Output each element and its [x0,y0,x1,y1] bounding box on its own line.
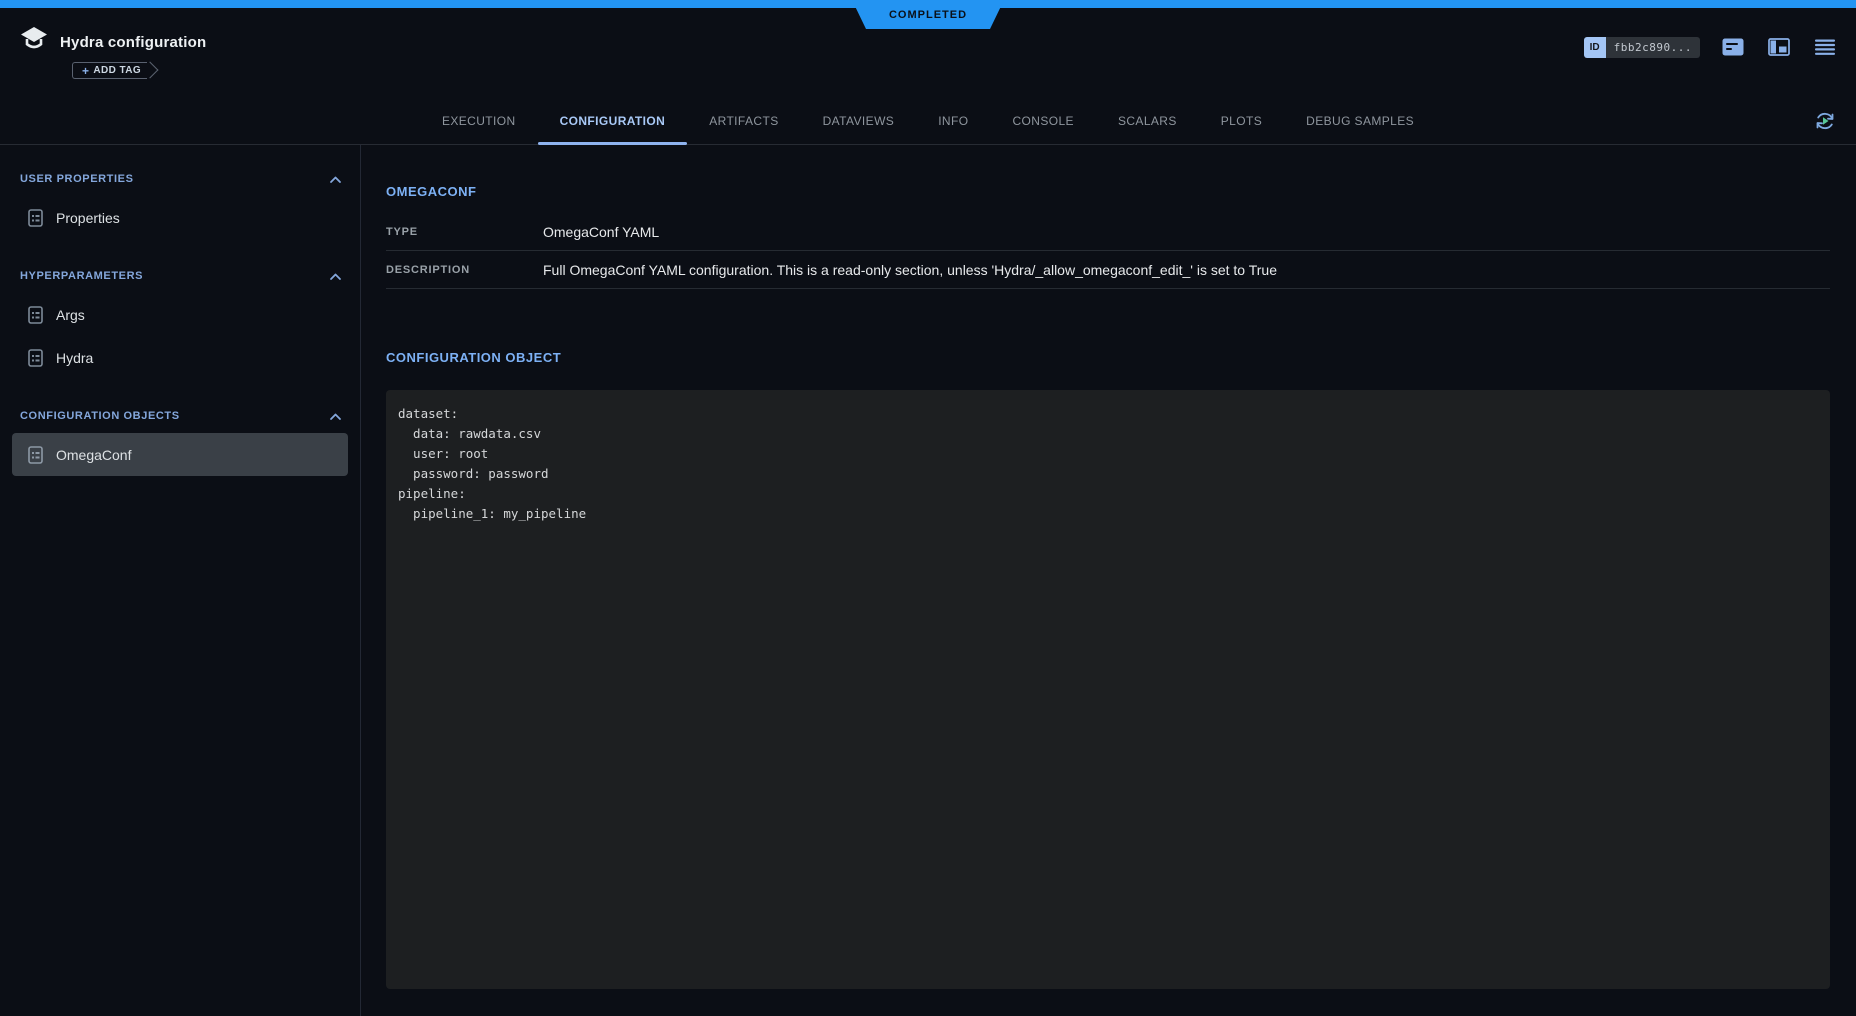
sidebar-section-configuration-objects: CONFIGURATION OBJECTS OmegaConf [0,403,360,476]
tab-debug-samples[interactable]: DEBUG SAMPLES [1284,97,1436,145]
main-panel: OMEGACONF TYPE OmegaConf YAML DESCRIPTIO… [361,145,1856,1016]
sidebar-item-omegaconf[interactable]: OmegaConf [12,433,348,476]
autorefresh-button[interactable] [1810,106,1840,136]
content-area: USER PROPERTIES Properties [0,145,1856,1016]
chevron-up-icon [329,175,342,184]
sidebar-item-hydra[interactable]: Hydra [12,336,348,379]
tab-artifacts[interactable]: ARTIFACTS [687,97,800,145]
yaml-code: dataset: data: rawdata.csv user: root pa… [386,390,1830,538]
add-tag-button[interactable]: + ADD TAG [72,62,147,79]
details-icon [1722,38,1744,56]
sidebar-item-label: OmegaConf [56,447,131,463]
document-icon [28,446,43,464]
experiment-title: Hydra configuration [60,34,206,51]
tab-info[interactable]: INFO [916,97,990,145]
section-title: CONFIGURATION OBJECTS [20,410,180,422]
id-value: fbb2c890... [1606,37,1700,58]
detail-value: Full OmegaConf YAML configuration. This … [543,262,1277,278]
layout-panel-button[interactable] [1766,34,1792,60]
status-badge: COMPLETED [852,0,1004,29]
experiment-id-badge[interactable]: ID fbb2c890... [1584,37,1700,58]
layout-panel-icon [1768,38,1790,56]
sidebar-section-header-user-properties[interactable]: USER PROPERTIES [0,166,360,192]
detail-row-type: TYPE OmegaConf YAML [386,213,1830,251]
sidebar-item-label: Hydra [56,350,93,366]
chevron-up-icon [329,412,342,421]
sidebar-item-label: Properties [56,210,120,226]
sidebar-section-header-hyperparameters[interactable]: HYPERPARAMETERS [0,263,360,289]
detail-label: DESCRIPTION [386,264,543,276]
details-panel-button[interactable] [1720,34,1746,60]
configuration-object-heading: CONFIGURATION OBJECT [386,350,1830,365]
object-details-table: TYPE OmegaConf YAML DESCRIPTION Full Ome… [386,213,1830,289]
chevron-up-icon [329,272,342,281]
document-icon [28,349,43,367]
sidebar-item-args[interactable]: Args [12,293,348,336]
object-name-heading: OMEGACONF [386,184,1830,199]
status-label: COMPLETED [889,9,967,21]
configuration-object-editor[interactable]: dataset: data: rawdata.csv user: root pa… [386,390,1830,989]
add-tag-label: ADD TAG [93,65,141,76]
tab-execution[interactable]: EXECUTION [420,97,538,145]
detail-label: TYPE [386,226,543,238]
document-icon [28,209,43,227]
section-title: USER PROPERTIES [20,173,134,185]
tab-scalars[interactable]: SCALARS [1096,97,1199,145]
tab-bar: EXECUTION CONFIGURATION ARTIFACTS DATAVI… [0,97,1856,145]
detail-value: OmegaConf YAML [543,224,659,240]
tab-dataviews[interactable]: DATAVIEWS [801,97,917,145]
sidebar-section-hyperparameters: HYPERPARAMETERS Args [0,263,360,379]
sidebar-item-properties[interactable]: Properties [12,196,348,239]
document-icon [28,306,43,324]
autorefresh-icon [1812,108,1838,134]
tab-plots[interactable]: PLOTS [1199,97,1284,145]
detail-row-description: DESCRIPTION Full OmegaConf YAML configur… [386,251,1830,289]
tab-console[interactable]: CONSOLE [990,97,1095,145]
plus-icon: + [82,64,89,78]
sidebar-section-user-properties: USER PROPERTIES Properties [0,166,360,239]
sidebar-item-label: Args [56,307,85,323]
section-title: HYPERPARAMETERS [20,270,143,282]
header-actions: ID fbb2c890... [1584,34,1838,60]
menu-button[interactable] [1812,34,1838,60]
menu-icon [1815,39,1835,56]
id-label: ID [1584,37,1606,58]
sidebar-section-header-configuration-objects[interactable]: CONFIGURATION OBJECTS [0,403,360,429]
tab-configuration[interactable]: CONFIGURATION [538,97,688,145]
experiment-type-icon [19,26,49,53]
configuration-sidebar: USER PROPERTIES Properties [0,145,361,1016]
